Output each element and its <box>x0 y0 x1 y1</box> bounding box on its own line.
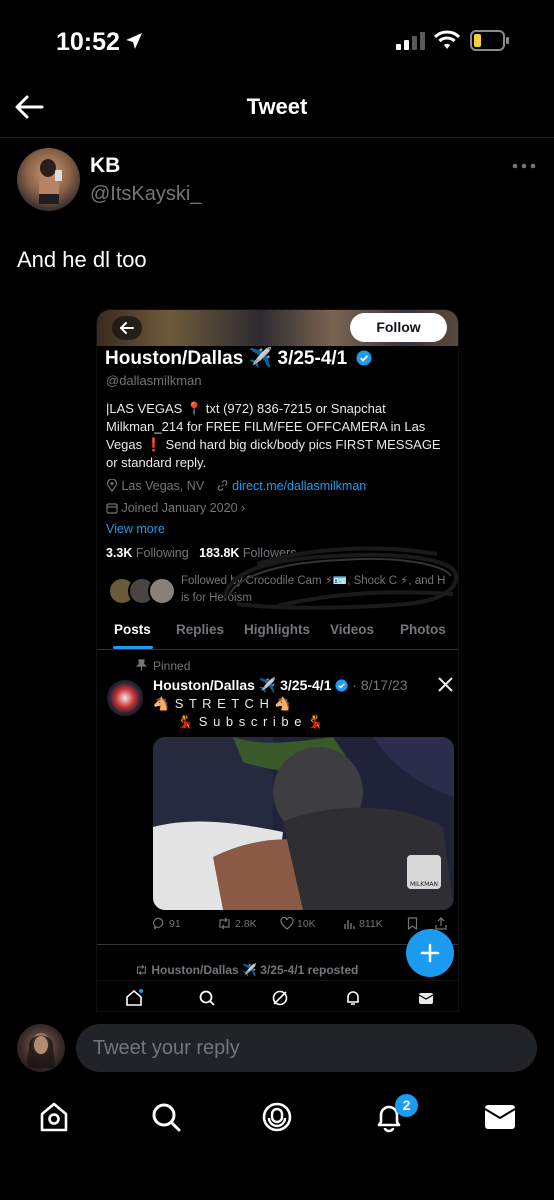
repost-count: 2.8K <box>235 917 257 930</box>
calendar-icon <box>106 503 118 514</box>
tab-photos: Photos <box>400 622 446 637</box>
post-verified-badge-icon <box>335 679 348 692</box>
following-label: Following <box>135 546 189 560</box>
embedded-grok-icon <box>272 990 288 1006</box>
embedded-bottom-nav <box>97 980 458 1011</box>
wifi-icon <box>434 30 460 50</box>
embedded-screenshot-image[interactable]: Follow Houston/Dallas ✈️ 3/25-4/1 @dalla… <box>96 309 459 1012</box>
author-display-name[interactable]: KB <box>90 154 120 178</box>
pinned-label: Pinned <box>153 659 191 673</box>
search-icon[interactable] <box>150 1101 182 1133</box>
profile-name: Houston/Dallas ✈️ 3/25-4/1 <box>105 346 372 370</box>
x-logo-icon <box>438 677 453 692</box>
post-author-avatar <box>107 680 143 716</box>
spaces-icon[interactable] <box>261 1101 293 1133</box>
like-count: 10K <box>297 917 316 930</box>
reposted-text: Houston/Dallas ✈️ 3/25-4/1 reposted <box>151 963 359 977</box>
views-icon <box>344 920 355 929</box>
header-divider <box>0 137 554 138</box>
card-back-button <box>112 316 142 340</box>
tab-posts: Posts <box>114 622 151 637</box>
view-more-link: View more <box>106 522 165 536</box>
views-count: 811K <box>359 917 383 930</box>
repost-icon <box>219 917 230 930</box>
embedded-mail-icon <box>418 993 434 1004</box>
reposted-row: Houston/Dallas ✈️ 3/25-4/1 reposted <box>135 963 358 977</box>
post-line-1: 🐴 S T R E T C H 🐴 <box>153 696 292 711</box>
page-title: Tweet <box>246 94 308 119</box>
author-handle[interactable]: @ItsKayski_ <box>90 183 201 206</box>
post-media-image: MILKMAN <box>153 737 454 910</box>
like-action: 10K <box>280 917 316 930</box>
media-watermark: MILKMAN <box>410 881 438 888</box>
location-text: Las Vegas, NV <box>121 479 205 493</box>
pin-icon <box>136 659 147 671</box>
tab-highlights: Highlights <box>244 622 310 637</box>
tabs-divider <box>97 649 458 650</box>
status-time: 10:52 <box>56 28 120 56</box>
current-user-avatar[interactable] <box>17 1024 65 1072</box>
post-line-2: 💃 S u b s c r i b e 💃 <box>177 714 325 729</box>
battery-icon <box>470 30 510 51</box>
reply-count: 91 <box>169 917 181 930</box>
tab-replies: Replies <box>176 622 225 637</box>
messages-mail-icon[interactable] <box>484 1103 516 1131</box>
joined-text: Joined January 2020 <box>121 501 238 515</box>
post-header: Houston/Dallas ✈️ 3/25-4/1 · 8/17/23 <box>153 677 408 694</box>
more-options-icon[interactable] <box>512 162 536 170</box>
profile-handle: @dallasmilkman <box>106 373 202 388</box>
reply-action: 91 <box>153 917 181 930</box>
location-arrow-icon <box>124 31 144 51</box>
location-row: Las Vegas, NV direct.me/dallasmilkman <box>106 479 366 493</box>
repost-action: 2.8K <box>217 917 257 930</box>
location-pin-icon <box>106 479 118 492</box>
chevron-right-icon: › <box>241 501 246 515</box>
reposted-icon <box>137 964 146 976</box>
reply-icon <box>153 917 164 930</box>
compose-fab <box>406 929 454 977</box>
cellular-signal-icon <box>396 32 426 50</box>
scribble-redaction <box>217 540 458 610</box>
profile-name-text: Houston/Dallas ✈️ 3/25-4/1 <box>105 348 348 369</box>
profile-bio: |LAS VEGAS 📍 txt (972) 836-7215 or Snapc… <box>106 401 441 470</box>
joined-row: Joined January 2020 › <box>106 501 245 515</box>
follow-button: Follow <box>350 313 447 342</box>
verified-badge-icon <box>356 350 372 366</box>
followed-by-avatars <box>108 577 178 605</box>
reply-input[interactable]: Tweet your reply <box>76 1024 537 1072</box>
website-link: direct.me/dallasmilkman <box>232 479 367 493</box>
following-count: 3.3K <box>106 546 133 560</box>
tab-videos: Videos <box>330 622 375 637</box>
embedded-bell-icon <box>347 991 359 1005</box>
heart-icon <box>280 917 294 930</box>
embedded-home-icon <box>126 989 143 1006</box>
views-action: 811K <box>343 917 383 930</box>
author-avatar[interactable] <box>17 148 80 211</box>
home-icon[interactable] <box>38 1101 70 1133</box>
embedded-search-icon <box>199 990 215 1006</box>
post-author-name: Houston/Dallas ✈️ 3/25-4/1 <box>153 677 332 693</box>
link-icon <box>217 480 228 491</box>
tweet-text: And he dl too <box>17 247 147 272</box>
plus-icon <box>420 943 440 963</box>
notification-badge: 2 <box>395 1094 418 1117</box>
post-date: · 8/17/23 <box>352 677 408 693</box>
post-divider <box>97 944 458 945</box>
